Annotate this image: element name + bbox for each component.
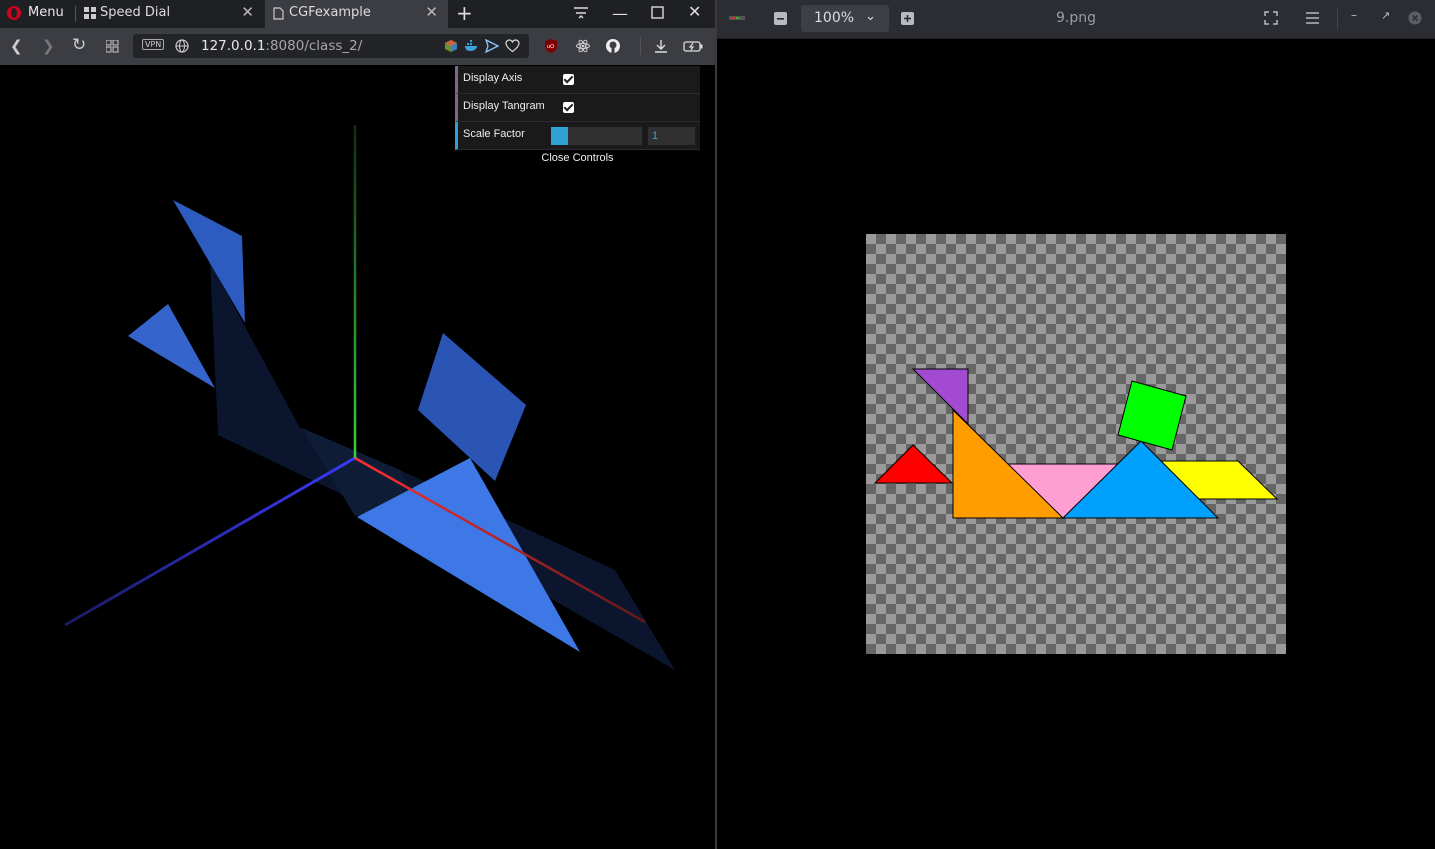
close-tab-icon[interactable]: ✕: [241, 3, 254, 21]
url-path: :8080/class_2/: [265, 38, 363, 54]
scale-factor-value: 1: [652, 130, 659, 142]
viewer-title: 9.png: [1055, 10, 1096, 26]
url-host: 127.0.0.1: [201, 38, 266, 54]
ublock-icon[interactable]: uO: [544, 39, 558, 53]
tab-speed-dial[interactable]: Speed Dial ✕: [76, 0, 264, 28]
page-icon: [273, 7, 284, 20]
battery-saver-icon[interactable]: [683, 41, 703, 52]
toolbar-separator: [640, 37, 641, 55]
cube-extension-icon[interactable]: [444, 39, 458, 53]
scale-factor-label: Scale Factor: [463, 128, 525, 140]
close-tab-icon[interactable]: ✕: [425, 3, 438, 21]
tab-label: Speed Dial: [100, 5, 171, 20]
close-controls-button[interactable]: Close Controls: [455, 150, 700, 170]
hamburger-menu-icon[interactable]: [1306, 12, 1319, 24]
display-axis-label: Display Axis: [463, 72, 523, 84]
minimize-icon[interactable]: —: [612, 4, 628, 23]
globe-icon: [175, 39, 189, 53]
z-axis-line: [64, 456, 356, 627]
speed-dial-icon: [84, 7, 96, 19]
tab-label: CGFexample: [289, 5, 371, 20]
tangram-image: [873, 368, 1279, 519]
navigation-bar: ❮ ❯ ↻ VPN 127.0.0.1:8080/class_2/ uO: [0, 28, 715, 65]
opera-logo-icon[interactable]: [6, 5, 22, 21]
restore-icon[interactable]: ↗: [1381, 9, 1390, 22]
display-axis-checkbox[interactable]: [563, 74, 574, 85]
fullscreen-icon[interactable]: [1264, 11, 1278, 25]
forward-icon[interactable]: ❯: [42, 37, 55, 55]
blue-tall-triangle: [173, 200, 245, 323]
heart-icon[interactable]: [505, 39, 520, 53]
url-text: 127.0.0.1:8080/class_2/: [201, 38, 362, 54]
tab-cgfexample[interactable]: CGFexample ✕: [265, 0, 448, 28]
vpn-badge[interactable]: VPN: [142, 39, 165, 50]
image-canvas[interactable]: [866, 234, 1286, 654]
docker-icon[interactable]: [464, 40, 479, 52]
maximize-icon[interactable]: [651, 6, 664, 19]
new-tab-button[interactable]: +: [456, 1, 473, 25]
display-tangram-row: Display Tangram: [455, 94, 700, 122]
display-tangram-label: Display Tangram: [463, 100, 545, 112]
close-window-icon[interactable]: ✕: [688, 2, 701, 21]
address-bar[interactable]: VPN 127.0.0.1:8080/class_2/: [133, 34, 529, 58]
3d-scene: [64, 125, 675, 670]
browser-window: Menu Speed Dial ✕ CGFexample ✕ + — ✕ ❮ ❯…: [0, 0, 715, 849]
green-square: [1117, 380, 1187, 451]
purple-small-triangle: [911, 368, 969, 426]
red-small-triangle: [873, 444, 954, 484]
send-icon[interactable]: [485, 39, 499, 53]
tabs-grid-icon[interactable]: [106, 40, 119, 53]
scale-factor-row: Scale Factor 1: [455, 122, 700, 150]
blue-square-plane: [418, 333, 526, 481]
back-icon[interactable]: ❮: [10, 37, 23, 55]
github-icon[interactable]: [606, 39, 620, 53]
tab-bar: Menu Speed Dial ✕ CGFexample ✕ + — ✕: [0, 0, 715, 28]
scale-factor-input[interactable]: 1: [648, 127, 695, 145]
webgl-canvas[interactable]: [0, 65, 715, 849]
svg-text:uO: uO: [547, 44, 554, 50]
viewer-toolbar: 100% ⌄ 9.png – ↗: [717, 0, 1435, 39]
blue-small-triangle: [128, 304, 215, 388]
dat-gui-panel: Display Axis Display Tangram Scale Facto…: [455, 66, 700, 170]
dark-floor-plane: [210, 262, 675, 670]
scale-factor-slider[interactable]: [551, 127, 642, 145]
display-axis-row: Display Axis: [455, 66, 700, 94]
download-icon[interactable]: [654, 39, 668, 53]
menu-button[interactable]: Menu: [28, 5, 64, 20]
close-window-icon[interactable]: [1408, 11, 1422, 25]
react-devtools-icon[interactable]: [576, 39, 590, 53]
toolbar-separator: [1337, 9, 1338, 29]
minimize-icon[interactable]: –: [1351, 8, 1357, 22]
tab-menu-icon[interactable]: [573, 6, 589, 20]
reload-icon[interactable]: ↻: [72, 35, 86, 55]
slider-fill: [551, 127, 568, 145]
image-viewer-window: 100% ⌄ 9.png – ↗: [717, 0, 1435, 849]
display-tangram-checkbox[interactable]: [563, 102, 574, 113]
